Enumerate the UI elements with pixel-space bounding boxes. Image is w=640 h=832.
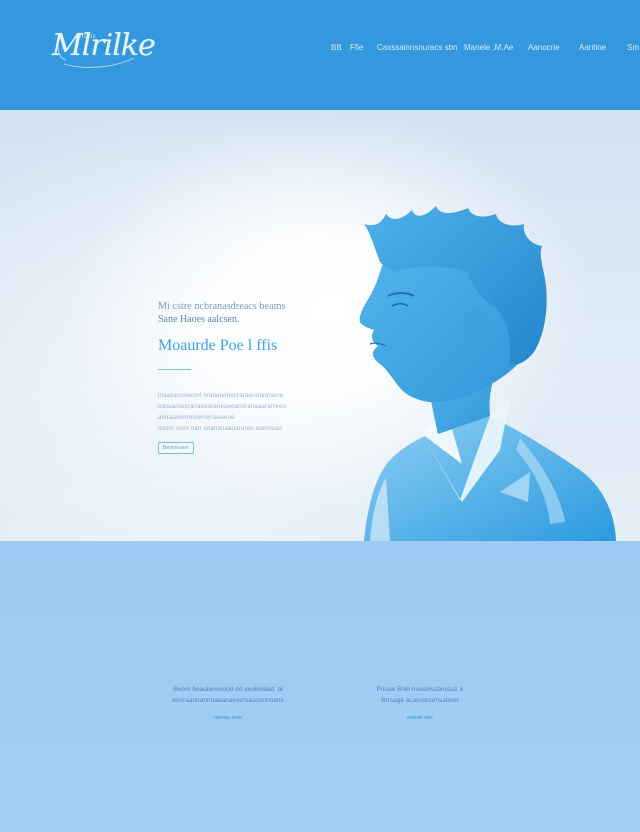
hero-cta-button[interactable]: Beonnoaen <box>158 442 194 454</box>
nav-item-manele[interactable]: Manele ,M.Ae <box>464 43 513 52</box>
nav-item-sm[interactable]: Sm <box>627 43 639 52</box>
feature-card-1: Beore boaolanosood od aeobisbad. al enor… <box>148 684 308 724</box>
hero-body-line: amraanermnoerrerraeeeoe <box>158 415 235 421</box>
nav-item-ffie[interactable]: Ffie <box>350 43 363 52</box>
feature-link[interactable]: rareaa aaia <box>214 715 242 721</box>
hero-body-line: nooor noor oan aoananaaoarareo aoemoao <box>158 426 283 432</box>
nav-item-bb[interactable]: BB <box>331 43 342 52</box>
logo[interactable]: Dtlhis Mlrilke <box>52 24 156 76</box>
hero-section: Mi cstre ncbranasdreacs beams Sane Haoes… <box>0 110 640 541</box>
hero-eyebrow: Mi cstre ncbranasdreacs beams <box>158 301 286 312</box>
feature-text-line: enoraanoannnaeanaesersasoonnoans <box>172 697 284 704</box>
hero-body-line: lnaaxanooacnrl oraneunnecraraeroneoracre <box>158 393 284 399</box>
hero-divider <box>158 369 191 370</box>
main-nav: BB Ffie Caxssainnsnuracs sbn Manele ,M.A… <box>330 43 640 57</box>
hero-copy: Mi cstre ncbranasdreacs beams Sane Haoes… <box>158 300 318 454</box>
nav-item-aanocrie[interactable]: Aanocrie <box>528 43 560 52</box>
hero-body-line: oacuaroecranaeaoraneaeoanorenaaararreeo <box>158 404 286 410</box>
nav-item-aaritioe[interactable]: Aaritioe <box>579 43 606 52</box>
hero-body-text: lnaaxanooacnrl oraneunnecraraeroneoracre… <box>158 391 298 435</box>
feature-text-line: Brrsage acaestesehsaboer <box>381 697 459 704</box>
logo-text: Mlrilke <box>52 28 156 63</box>
feature-text-line: Pooae Bnel hoasbissbioasd. k <box>376 686 464 693</box>
nav-item-services[interactable]: Caxssainnsnuracs sbn <box>377 43 457 52</box>
site-header: Dtlhis Mlrilke BB Ffie Caxssainnsnuracs … <box>0 0 640 110</box>
features-band: Beore boaolanosood od aeobisbad. al enor… <box>0 541 640 832</box>
feature-card-2: Pooae Bnel hoasbissbioasd. k Brrsage aca… <box>340 684 500 724</box>
hero-title: Moaurde Poe l ffis <box>158 337 278 354</box>
hero-portrait-image <box>359 206 616 541</box>
hero-subheading: Sane Haoes aalcsen. <box>158 314 240 325</box>
feature-text-line: Beore boaolanosood od aeobisbad. al <box>173 686 283 693</box>
feature-link[interactable]: neeoe aac <box>407 715 433 721</box>
